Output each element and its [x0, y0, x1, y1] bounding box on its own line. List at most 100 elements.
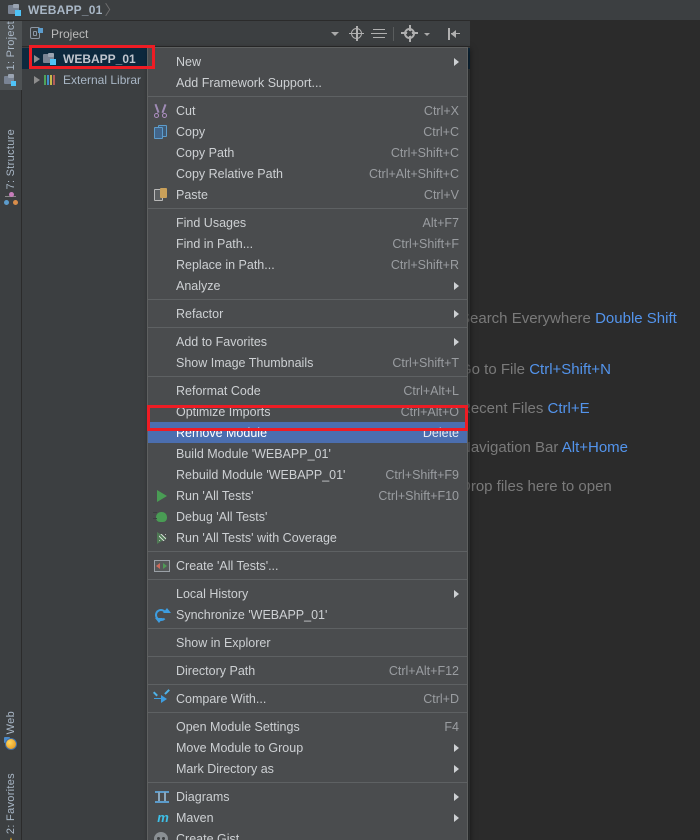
menu-item-diagrams[interactable]: Diagrams [148, 786, 467, 807]
expand-arrow-icon[interactable] [30, 75, 43, 84]
maven-icon: m [157, 809, 169, 825]
menu-item-copy-relative-path[interactable]: Copy Relative Path Ctrl+Alt+Shift+C [148, 163, 467, 184]
menu-item-cut[interactable]: Cut Ctrl+X [148, 100, 467, 121]
submenu-arrow-icon [454, 743, 459, 752]
submenu-arrow-icon [454, 764, 459, 773]
hide-panel-button[interactable] [444, 24, 464, 44]
blank-icon [153, 446, 173, 462]
menu-item-add-to-favorites[interactable]: Add to Favorites [148, 331, 467, 352]
menu-item-directory-path[interactable]: Directory Path Ctrl+Alt+F12 [148, 660, 467, 681]
menu-item-label: Add to Favorites [176, 334, 268, 349]
menu-item-mark-directory-as[interactable]: Mark Directory as [148, 758, 467, 779]
blank-icon [153, 719, 173, 735]
menu-item-label: Run 'All Tests' [176, 488, 254, 503]
blank-icon [153, 334, 173, 350]
menu-item-shortcut: Ctrl+Shift+T [392, 355, 459, 370]
menu-item-label: Mark Directory as [176, 761, 274, 776]
menu-item-show-image-thumbnails[interactable]: Show Image Thumbnails Ctrl+Shift+T [148, 352, 467, 373]
menu-item-label: Create 'All Tests'... [176, 558, 279, 573]
menu-item-shortcut: Ctrl+Shift+F [392, 236, 459, 251]
menu-item-local-history[interactable]: Local History [148, 583, 467, 604]
scroll-from-source-button[interactable] [347, 24, 367, 44]
menu-separator [148, 208, 467, 209]
menu-item-create-all-tests[interactable]: Create 'All Tests'... [148, 555, 467, 576]
menu-item-remove-module[interactable]: Remove Module Delete [148, 422, 467, 443]
menu-item-rebuild-module[interactable]: Rebuild Module 'WEBAPP_01' Ctrl+Shift+F9 [148, 464, 467, 485]
menu-item-shortcut: Ctrl+Alt+L [403, 383, 459, 398]
submenu-arrow-icon [454, 281, 459, 290]
menu-item-analyze[interactable]: Analyze [148, 275, 467, 296]
menu-item-open-module-settings[interactable]: Open Module Settings F4 [148, 716, 467, 737]
menu-separator [148, 327, 467, 328]
gear-icon[interactable] [400, 24, 420, 44]
menu-item-optimize-imports[interactable]: Optimize Imports Ctrl+Alt+O [148, 401, 467, 422]
menu-item-synchronize[interactable]: Synchronize 'WEBAPP_01' [148, 604, 467, 625]
project-view-icon [30, 27, 44, 40]
menu-item-label: Cut [176, 103, 196, 118]
sidebar-item-structure-label: 7: Structure [5, 129, 17, 190]
menu-item-refactor[interactable]: Refactor [148, 303, 467, 324]
menu-item-move-module-to-group[interactable]: Move Module to Group [148, 737, 467, 758]
diagram-icon [153, 789, 173, 805]
compare-icon [153, 688, 173, 707]
menu-item-label: Open Module Settings [176, 719, 300, 734]
menu-item-label: Show in Explorer [176, 635, 271, 650]
menu-separator [148, 782, 467, 783]
menu-separator [148, 376, 467, 377]
debug-icon [153, 509, 173, 525]
hint-shortcut: Double Shift [595, 310, 677, 327]
hint-text: Go to File [460, 361, 526, 378]
menu-item-label: Show Image Thumbnails [176, 355, 314, 370]
menu-item-shortcut: F4 [444, 719, 459, 734]
sidebar-item-structure[interactable]: 7: Structure [0, 129, 22, 209]
menu-item-add-framework-support[interactable]: Add Framework Support... [148, 72, 467, 93]
breadcrumb-separator-icon: 〉 [104, 2, 119, 18]
menu-item-paste[interactable]: Paste Ctrl+V [148, 184, 467, 205]
sidebar-item-favorites[interactable]: 2: Favorites ★ [0, 773, 22, 840]
blank-icon [153, 145, 173, 161]
structure-icon [4, 192, 18, 206]
idea-window: WEBAPP_01 〉 1: Project 7: Structure Web … [0, 0, 700, 840]
sidebar-item-web[interactable]: Web [0, 711, 22, 754]
menu-item-build-module[interactable]: Build Module 'WEBAPP_01' [148, 443, 467, 464]
blank-icon [153, 663, 173, 679]
breadcrumb-item-webapp01[interactable]: WEBAPP_01 〉 [0, 0, 125, 21]
menu-item-find-usages[interactable]: Find Usages Alt+F7 [148, 212, 467, 233]
menu-item-maven[interactable]: m Maven [148, 807, 467, 828]
menu-item-run-all-tests-with-coverage[interactable]: Run 'All Tests' with Coverage [148, 527, 467, 548]
menu-item-new[interactable]: New [148, 51, 467, 72]
hint-text: Navigation Bar [460, 439, 559, 456]
blank-icon [153, 215, 173, 231]
module-icon [43, 52, 57, 65]
view-mode-dropdown[interactable] [325, 24, 345, 44]
menu-item-label: Paste [176, 187, 208, 202]
menu-item-label: Remove Module [176, 425, 268, 440]
project-panel-header: Project [22, 21, 470, 47]
sidebar-item-project[interactable]: 1: Project [0, 21, 22, 91]
menu-item-label: Create Gist... [176, 831, 250, 840]
menu-item-show-in-explorer[interactable]: Show in Explorer [148, 632, 467, 653]
menu-item-shortcut: Ctrl+Shift+C [390, 145, 459, 160]
menu-item-debug-all-tests[interactable]: Debug 'All Tests' [148, 506, 467, 527]
menu-item-label: Synchronize 'WEBAPP_01' [176, 607, 328, 622]
submenu-arrow-icon [454, 337, 459, 346]
menu-item-replace-in-path[interactable]: Replace in Path... Ctrl+Shift+R [148, 254, 467, 275]
menu-item-find-in-path[interactable]: Find in Path... Ctrl+Shift+F [148, 233, 467, 254]
menu-item-copy-path[interactable]: Copy Path Ctrl+Shift+C [148, 142, 467, 163]
sidebar-item-favorites-label: 2: Favorites [5, 773, 17, 835]
menu-item-create-gist[interactable]: Create Gist... [148, 828, 467, 840]
menu-item-copy[interactable]: Copy Ctrl+C [148, 121, 467, 142]
menu-item-label: Rebuild Module 'WEBAPP_01' [176, 467, 346, 482]
menu-item-shortcut: Alt+F7 [422, 215, 459, 230]
paste-icon [153, 187, 173, 203]
create-config-icon [153, 558, 173, 574]
menu-item-label: Find in Path... [176, 236, 254, 251]
hint-go-to-file: Go to File Ctrl+Shift+N [460, 361, 611, 378]
settings-caret-icon[interactable] [422, 24, 442, 44]
menu-item-reformat-code[interactable]: Reformat Code Ctrl+Alt+L [148, 380, 467, 401]
menu-item-compare-with[interactable]: Compare With... Ctrl+D [148, 688, 467, 709]
collapse-all-button[interactable] [369, 24, 389, 44]
menu-item-run-all-tests[interactable]: Run 'All Tests' Ctrl+Shift+F10 [148, 485, 467, 506]
expand-arrow-icon[interactable] [30, 54, 43, 63]
menu-item-label: Add Framework Support... [176, 75, 322, 90]
